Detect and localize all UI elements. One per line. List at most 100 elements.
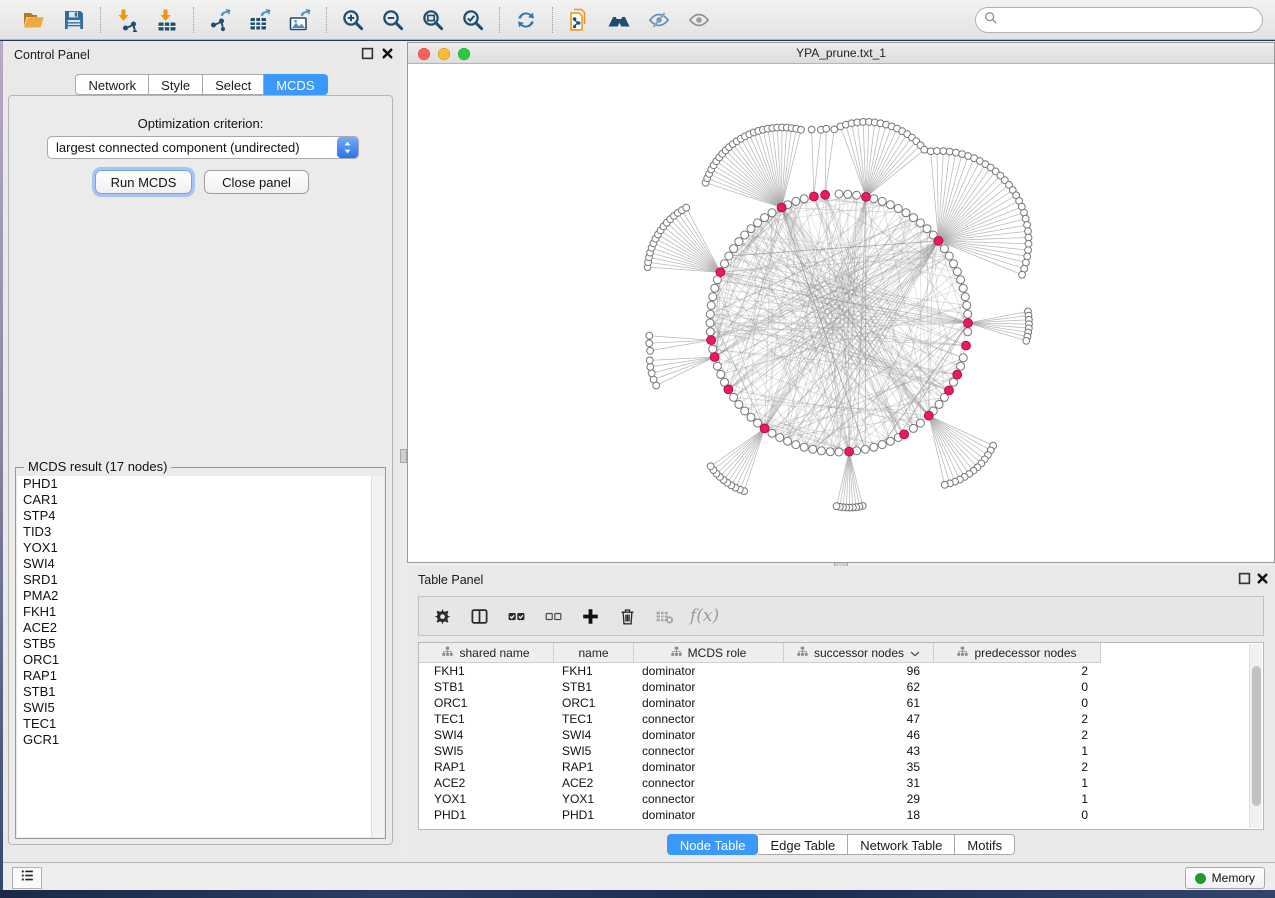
status-bar: Memory [3,862,1275,890]
tab-style[interactable]: Style [149,74,203,95]
mcds-result-item[interactable]: TID3 [17,524,384,540]
mcds-result-item[interactable]: SWI5 [17,700,384,716]
first-neighbors-icon[interactable] [606,7,632,33]
toolbar-group [326,7,499,33]
control-panel: Control Panel NetworkStyleSelectMCDS Opt… [3,41,400,862]
table-toolbar: f(x) [418,596,1264,636]
tab-node-table[interactable]: Node Table [667,834,759,855]
table-row[interactable]: ORC1ORC1dominator610 [419,695,1263,711]
mcds-result-item[interactable]: GCR1 [17,732,384,748]
mcds-result-item[interactable]: PMA2 [17,588,384,604]
mcds-result-item[interactable]: STB1 [17,684,384,700]
tab-edge-table[interactable]: Edge Table [758,834,848,855]
sort-descending-icon [910,646,920,660]
tab-mcds[interactable]: MCDS [264,74,327,95]
mcds-result-item[interactable]: CAR1 [17,492,384,508]
table-cell: 47 [784,711,934,727]
column-header-successor-nodes[interactable]: successor nodes [784,643,934,663]
mcds-result-item[interactable]: FKH1 [17,604,384,620]
mcds-result-item[interactable]: PHD1 [17,476,384,492]
mcds-result-item[interactable]: RAP1 [17,668,384,684]
node-layer [644,119,1032,512]
vertical-split-divider[interactable] [400,41,407,862]
tab-network-table[interactable]: Network Table [848,834,955,855]
search-input[interactable] [1003,9,1262,31]
table-row[interactable]: ACE2ACE2connector311 [419,775,1263,791]
open-file-icon[interactable] [21,7,47,33]
mcds-result-item[interactable]: STB5 [17,636,384,652]
mcds-list-scrollbar[interactable] [371,476,384,837]
search-box[interactable] [975,7,1263,33]
close-icon[interactable] [381,47,394,60]
export-network-icon[interactable] [207,7,233,33]
table-row[interactable]: YOX1YOX1connector291 [419,791,1263,807]
memory-button[interactable]: Memory [1185,867,1265,889]
toolbar-group [552,7,725,33]
table-cell: 96 [784,663,934,679]
column-header-name[interactable]: name [554,643,634,663]
table-row[interactable]: FKH1FKH1dominator962 [419,663,1263,679]
table-cell: TEC1 [419,711,554,727]
zoom-in-icon[interactable] [340,7,366,33]
zoom-fit-icon[interactable] [420,7,446,33]
table-scrollbar[interactable] [1249,644,1262,828]
table-cell: PHD1 [419,807,554,823]
create-column-icon[interactable] [579,605,601,627]
export-table-icon[interactable] [247,7,273,33]
run-mcds-button[interactable]: Run MCDS [95,170,192,194]
network-window-titlebar[interactable]: YPA_prune.txt_1 [408,43,1274,64]
zoom-out-icon[interactable] [380,7,406,33]
mcds-result-item[interactable]: ORC1 [17,652,384,668]
network-graph[interactable] [408,64,1274,562]
table-cell: connector [634,775,784,791]
mcds-result-item[interactable]: TEC1 [17,716,384,732]
select-all-columns-icon[interactable] [505,605,527,627]
table-mode-icon[interactable] [431,605,453,627]
table-row[interactable]: TEC1TEC1connector472 [419,711,1263,727]
mcds-result-item[interactable]: SRD1 [17,572,384,588]
criterion-dropdown[interactable]: largest connected component (undirected) [47,136,359,159]
task-history-button[interactable] [12,867,42,889]
mcds-result-item[interactable]: YOX1 [17,540,384,556]
unselect-all-columns-icon[interactable] [542,605,564,627]
mcds-result-item[interactable]: SWI4 [17,556,384,572]
tab-motifs[interactable]: Motifs [955,834,1015,855]
mcds-result-item[interactable]: STP4 [17,508,384,524]
close-icon[interactable] [1256,572,1269,585]
column-header-predecessor-nodes[interactable]: predecessor nodes [934,643,1101,663]
import-network-icon[interactable] [114,7,140,33]
mcds-tab-content: Optimization criterion: largest connecte… [8,95,393,845]
import-table-icon[interactable] [154,7,180,33]
column-header-shared-name[interactable]: shared name [419,643,554,663]
table-row[interactable]: SWI4SWI4dominator462 [419,727,1263,743]
table-cell: ACE2 [554,775,634,791]
scrollbar-thumb[interactable] [1252,666,1261,806]
hide-selected-icon[interactable] [646,7,672,33]
table-row[interactable]: PHD1PHD1dominator180 [419,807,1263,823]
export-image-icon[interactable] [287,7,313,33]
table-cell: 35 [784,759,934,775]
save-session-icon[interactable] [61,7,87,33]
float-window-icon[interactable] [361,47,374,60]
table-row[interactable]: STB1STB1dominator620 [419,679,1263,695]
table-cell: 2 [934,663,1101,679]
close-panel-button[interactable]: Close panel [204,170,309,194]
table-row[interactable]: SWI5SWI5connector431 [419,743,1263,759]
mcds-result-item[interactable]: ACE2 [17,620,384,636]
table-row[interactable]: RAP1RAP1dominator352 [419,759,1263,775]
table-body: FKH1FKH1dominator962STB1STB1dominator620… [419,663,1263,823]
tab-select[interactable]: Select [203,74,264,95]
show-columns-icon[interactable] [468,605,490,627]
mcds-result-list[interactable]: PHD1CAR1STP4TID3YOX1SWI4SRD1PMA2FKH1ACE2… [17,476,384,837]
float-window-icon[interactable] [1238,572,1251,585]
import-network-database-icon[interactable] [566,7,592,33]
network-graph-canvas[interactable] [408,64,1274,562]
show-all-icon[interactable] [686,7,712,33]
column-header-MCDS-role[interactable]: MCDS role [634,643,784,663]
split-handle[interactable] [400,449,407,463]
zoom-selected-icon[interactable] [460,7,486,33]
apply-layout-icon[interactable] [513,7,539,33]
tab-network[interactable]: Network [75,74,149,95]
table-cell: STB1 [419,679,554,695]
delete-columns-icon[interactable] [616,605,638,627]
